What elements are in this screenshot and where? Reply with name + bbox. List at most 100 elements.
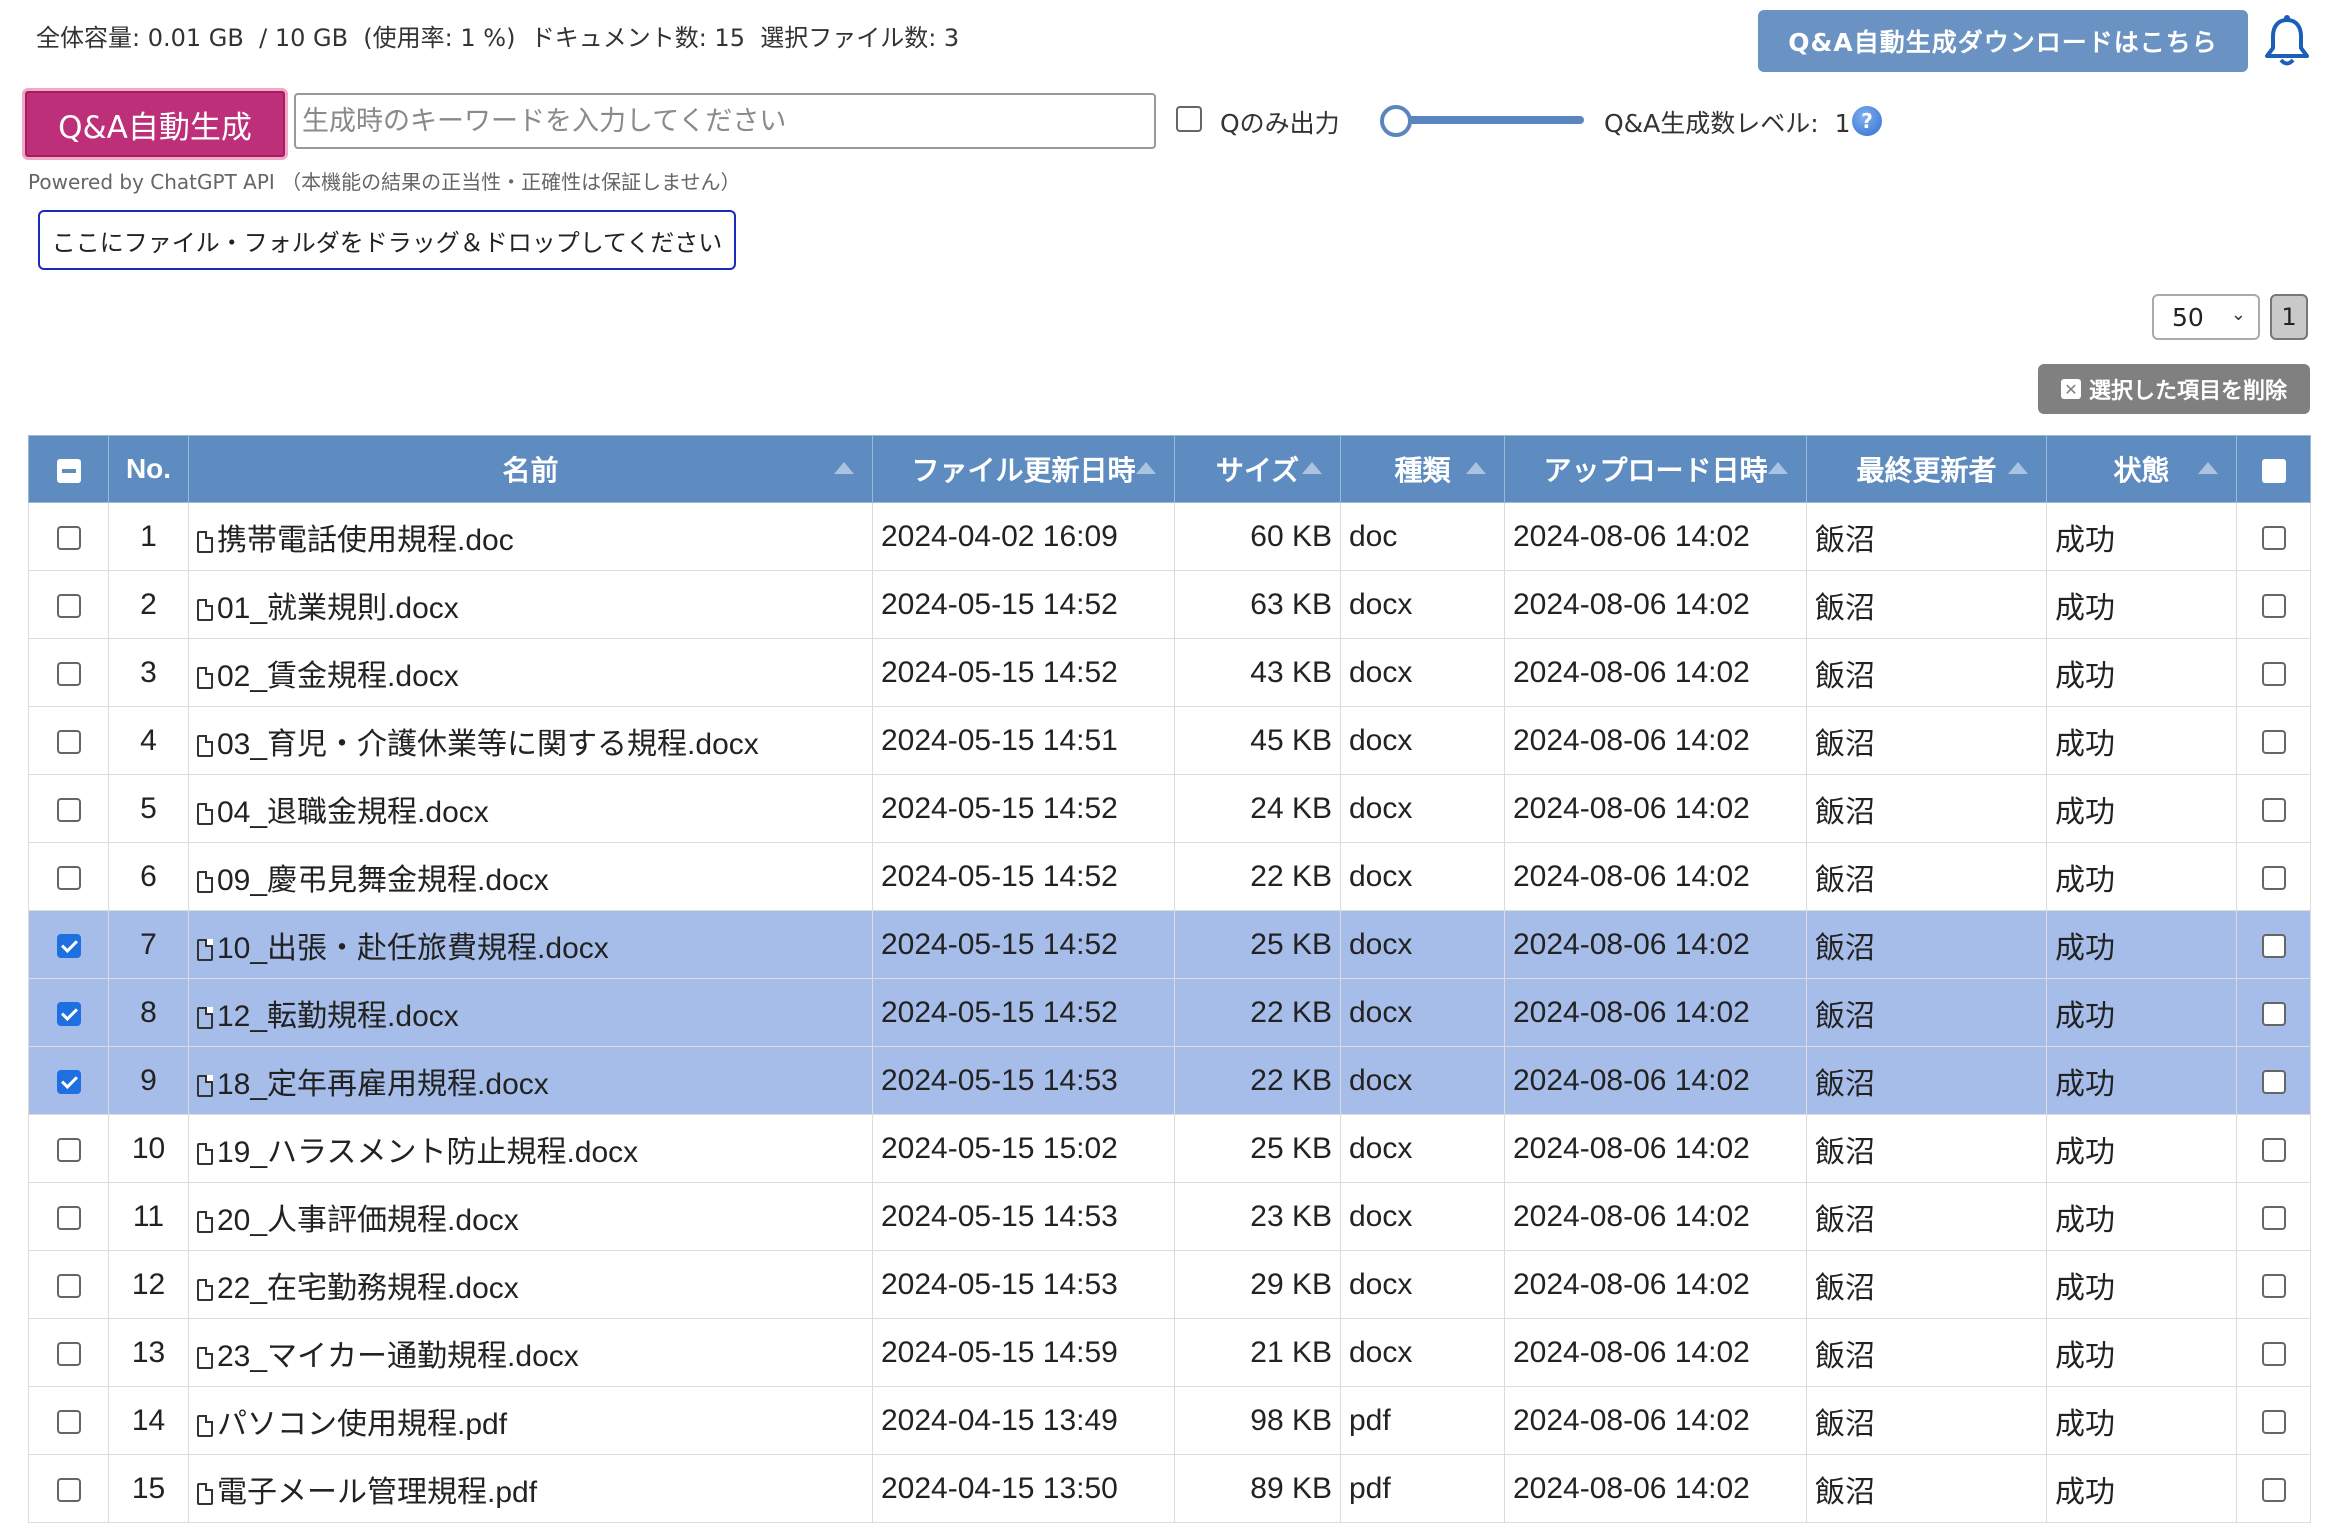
row-name[interactable]: 電子メール管理規程.pdf [188, 1454, 873, 1523]
row-right-checkbox[interactable] [2236, 1250, 2311, 1319]
row-name[interactable]: 18_定年再雇用規程.docx [188, 1046, 873, 1115]
table-row[interactable]: 13 23_マイカー通勤規程.docx 2024-05-15 14:59 21 KB d… [28, 1318, 2311, 1387]
sort-up-icon [2008, 462, 2028, 474]
table-row[interactable]: 11 20_人事評価規程.docx 2024-05-15 14:53 23 KB doc… [28, 1182, 2311, 1251]
qa-generate-button[interactable]: Q&A自動生成 [22, 88, 288, 160]
col-uploaded-label: アップロード日時 [1543, 455, 1768, 486]
delete-selected-button[interactable]: ✕ 選択した項目を削除 [2038, 364, 2310, 414]
row-right-checkbox[interactable] [2236, 1182, 2311, 1251]
table-row[interactable]: 2 01_就業規則.docx 2024-05-15 14:52 63 KB docx 20… [28, 570, 2311, 639]
row-name[interactable]: 携帯電話使用規程.doc [188, 502, 873, 571]
level-slider-track[interactable] [1386, 116, 1584, 124]
row-select-checkbox[interactable] [28, 1318, 109, 1387]
table-row[interactable]: 1 携帯電話使用規程.doc 2024-04-02 16:09 60 KB doc 202… [28, 502, 2311, 571]
row-updater: 飯沼 [1806, 1454, 2047, 1523]
row-name[interactable]: 22_在宅勤務規程.docx [188, 1250, 873, 1319]
row-name[interactable]: 10_出張・赴任旅費規程.docx [188, 910, 873, 979]
table-row[interactable]: 15 電子メール管理規程.pdf 2024-04-15 13:50 89 KB pdf 2… [28, 1454, 2311, 1523]
row-right-checkbox[interactable] [2236, 638, 2311, 707]
table-row[interactable]: 14 パソコン使用規程.pdf 2024-04-15 13:49 98 KB pdf 20… [28, 1386, 2311, 1455]
row-select-checkbox[interactable] [28, 570, 109, 639]
row-name[interactable]: 02_賃金規程.docx [188, 638, 873, 707]
select-all-checkbox[interactable] [28, 435, 109, 503]
file-icon [197, 1006, 213, 1029]
row-select-checkbox[interactable] [28, 910, 109, 979]
page-size-select[interactable]: 50 ⌄ [2152, 294, 2260, 340]
row-modified: 2024-05-15 15:02 [872, 1114, 1175, 1183]
row-select-checkbox[interactable] [28, 1114, 109, 1183]
row-right-checkbox[interactable] [2236, 1386, 2311, 1455]
row-right-checkbox[interactable] [2236, 1454, 2311, 1523]
table-row[interactable]: 3 02_賃金規程.docx 2024-05-15 14:52 43 KB docx 20… [28, 638, 2311, 707]
keyword-input[interactable] [294, 93, 1156, 149]
level-slider-thumb[interactable] [1380, 105, 1412, 137]
file-drop-zone[interactable]: ここにファイル・フォルダをドラッグ＆ドロップしてください [38, 210, 736, 270]
row-select-checkbox[interactable] [28, 978, 109, 1047]
sort-up-icon [1136, 462, 1156, 474]
col-size[interactable]: サイズ [1174, 435, 1341, 503]
row-status: 成功 [2046, 842, 2237, 911]
table-row[interactable]: 9 18_定年再雇用規程.docx 2024-05-15 14:53 22 KB doc… [28, 1046, 2311, 1115]
select-all-right-checkbox[interactable] [2236, 435, 2311, 503]
checkbox-icon [2261, 1409, 2286, 1434]
col-modified[interactable]: ファイル更新日時 [872, 435, 1175, 503]
col-uploaded[interactable]: アップロード日時 [1504, 435, 1807, 503]
row-select-checkbox[interactable] [28, 1046, 109, 1115]
col-name[interactable]: 名前 [188, 435, 873, 503]
row-name[interactable]: 20_人事評価規程.docx [188, 1182, 873, 1251]
row-right-checkbox[interactable] [2236, 1114, 2311, 1183]
row-right-checkbox[interactable] [2236, 570, 2311, 639]
minus-icon [56, 458, 81, 483]
table-row[interactable]: 4 03_育児・介護休業等に関する規程.docx 2024-05-15 14:51 4… [28, 706, 2311, 775]
row-select-checkbox[interactable] [28, 1182, 109, 1251]
help-icon[interactable]: ? [1852, 106, 1882, 136]
row-select-checkbox[interactable] [28, 706, 109, 775]
row-select-checkbox[interactable] [28, 1386, 109, 1455]
col-updater[interactable]: 最終更新者 [1806, 435, 2047, 503]
qa-download-button[interactable]: Q&A自動生成ダウンロードはこちら [1758, 10, 2248, 72]
bell-icon[interactable] [2262, 14, 2312, 68]
row-select-checkbox[interactable] [28, 774, 109, 843]
row-status: 成功 [2046, 570, 2237, 639]
row-size: 22 KB [1174, 978, 1341, 1047]
table-row[interactable]: 6 09_慶弔見舞金規程.docx 2024-05-15 14:52 22 KB doc… [28, 842, 2311, 911]
row-select-checkbox[interactable] [28, 502, 109, 571]
col-name-label: 名前 [502, 455, 559, 486]
row-name[interactable]: パソコン使用規程.pdf [188, 1386, 873, 1455]
row-name[interactable]: 04_退職金規程.docx [188, 774, 873, 843]
row-name[interactable]: 23_マイカー通勤規程.docx [188, 1318, 873, 1387]
row-right-checkbox[interactable] [2236, 502, 2311, 571]
row-select-checkbox[interactable] [28, 1454, 109, 1523]
col-status[interactable]: 状態 [2046, 435, 2237, 503]
row-right-checkbox[interactable] [2236, 706, 2311, 775]
file-icon [197, 666, 213, 689]
row-right-checkbox[interactable] [2236, 910, 2311, 979]
row-right-checkbox[interactable] [2236, 842, 2311, 911]
row-type: docx [1340, 774, 1505, 843]
row-name[interactable]: 12_転勤規程.docx [188, 978, 873, 1047]
col-type[interactable]: 種類 [1340, 435, 1505, 503]
row-right-checkbox[interactable] [2236, 1046, 2311, 1115]
table-row[interactable]: 10 19_ハラスメント防止規程.docx 2024-05-15 15:02 25 K… [28, 1114, 2311, 1183]
row-right-checkbox[interactable] [2236, 774, 2311, 843]
table-row[interactable]: 7 10_出張・赴任旅費規程.docx 2024-05-15 14:52 25 KB d… [28, 910, 2311, 979]
file-icon [197, 1210, 213, 1233]
row-select-checkbox[interactable] [28, 638, 109, 707]
row-name[interactable]: 03_育児・介護休業等に関する規程.docx [188, 706, 873, 775]
row-right-checkbox[interactable] [2236, 978, 2311, 1047]
row-select-checkbox[interactable] [28, 842, 109, 911]
row-right-checkbox[interactable] [2236, 1318, 2311, 1387]
q-only-checkbox[interactable] [1176, 106, 1202, 132]
row-status: 成功 [2046, 706, 2237, 775]
row-type: docx [1340, 1318, 1505, 1387]
table-row[interactable]: 8 12_転勤規程.docx 2024-05-15 14:52 22 KB docx 20… [28, 978, 2311, 1047]
row-name-label: 22_在宅勤務規程.docx [217, 1271, 519, 1305]
row-name[interactable]: 19_ハラスメント防止規程.docx [188, 1114, 873, 1183]
row-select-checkbox[interactable] [28, 1250, 109, 1319]
table-row[interactable]: 12 22_在宅勤務規程.docx 2024-05-15 14:53 29 KB doc… [28, 1250, 2311, 1319]
row-name[interactable]: 01_就業規則.docx [188, 570, 873, 639]
col-no[interactable]: No. [108, 435, 189, 503]
page-button-1[interactable]: 1 [2270, 294, 2308, 340]
table-row[interactable]: 5 04_退職金規程.docx 2024-05-15 14:52 24 KB docx 2… [28, 774, 2311, 843]
row-name[interactable]: 09_慶弔見舞金規程.docx [188, 842, 873, 911]
